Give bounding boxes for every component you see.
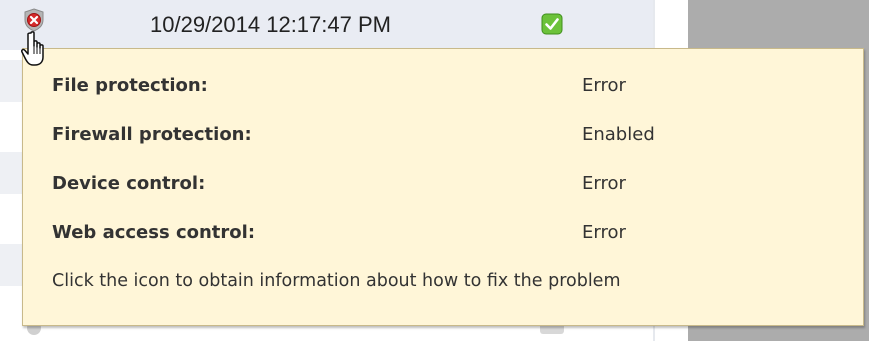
tooltip-value: Error — [582, 173, 626, 194]
tooltip-row-web-access-control: Web access control: Error — [52, 222, 852, 246]
tooltip-label: File protection: — [52, 75, 208, 96]
tooltip-hint: Click the icon to obtain information abo… — [52, 271, 621, 291]
tooltip-row-file-protection: File protection: Error — [52, 75, 852, 99]
tooltip-row-firewall-protection: Firewall protection: Enabled — [52, 124, 852, 148]
event-timestamp: 10/29/2014 12:17:47 PM — [150, 12, 391, 37]
tooltip-value: Enabled — [582, 124, 655, 145]
tooltip-value: Error — [582, 222, 626, 243]
protection-status-tooltip: File protection: Error Firewall protecti… — [22, 48, 864, 326]
tooltip-label: Device control: — [52, 173, 206, 194]
tooltip-label: Web access control: — [52, 222, 256, 243]
stage: 10/29/2014 12:17:47 PM File protection: … — [0, 0, 869, 341]
check-icon — [541, 13, 563, 35]
shield-error-icon[interactable] — [23, 8, 45, 32]
tooltip-label: Firewall protection: — [52, 124, 252, 145]
tooltip-row-device-control: Device control: Error — [52, 173, 852, 197]
hand-cursor-icon — [21, 31, 44, 66]
tooltip-value: Error — [582, 75, 626, 96]
